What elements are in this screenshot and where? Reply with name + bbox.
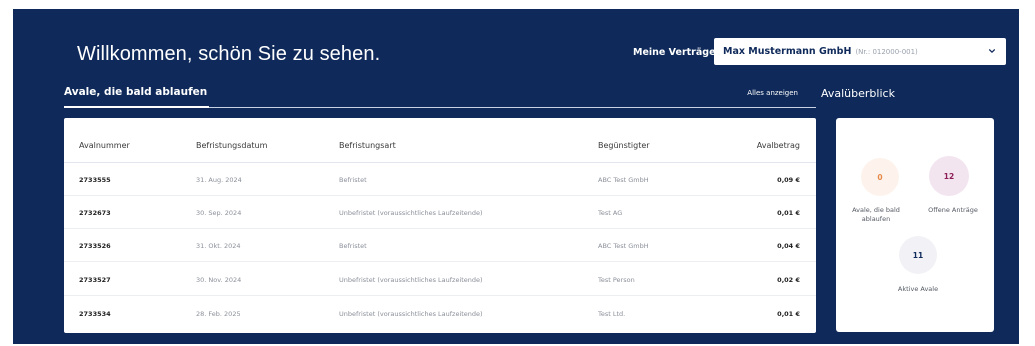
column-header-avalbetrag[interactable]: Avalbetrag [757, 128, 800, 162]
cell-beguenstigter: ABC Test GmbH [598, 241, 649, 250]
table-header-row: Avalnummer Befristungsdatum Befristungsa… [64, 128, 816, 163]
table-row[interactable]: 2733534 28. Feb. 2025 Unbefristet (vorau… [64, 298, 816, 330]
cell-avalbetrag: 0,01 € [777, 208, 800, 217]
cell-befristungsart: Unbefristet (voraussichtliches Laufzeite… [339, 275, 483, 284]
column-header-beguenstigter[interactable]: Begünstigter [598, 128, 650, 162]
cell-befristungsart: Befristet [339, 175, 367, 184]
cell-avalnummer: 2733555 [79, 175, 111, 184]
cell-befristungsdatum: 31. Aug. 2024 [196, 175, 242, 184]
expiring-count-badge[interactable]: 0 [861, 158, 899, 196]
cell-avalbetrag: 0,04 € [777, 241, 800, 250]
cell-avalbetrag: 0,02 € [777, 275, 800, 284]
table-row[interactable]: 2732673 30. Sep. 2024 Unbefristet (vorau… [64, 197, 816, 229]
contract-name: Max Mustermann GmbH [723, 46, 852, 57]
cell-befristungsdatum: 31. Okt. 2024 [196, 241, 241, 250]
guarantees-table: Avalnummer Befristungsdatum Befristungsa… [64, 118, 816, 333]
cell-befristungsart: Unbefristet (voraussichtliches Laufzeite… [339, 208, 483, 217]
cell-avalnummer: 2732673 [79, 208, 111, 217]
cell-befristungsdatum: 28. Feb. 2025 [196, 310, 241, 318]
cell-beguenstigter: Test AG [598, 208, 623, 217]
cell-avalnummer: 2733534 [79, 310, 111, 318]
open-requests-label: Offene Anträge [928, 206, 978, 214]
cell-befristungsart: Unbefristet (voraussichtliches Laufzeite… [339, 310, 483, 318]
show-all-link[interactable]: Alles anzeigen [747, 89, 798, 97]
cell-befristungsdatum: 30. Sep. 2024 [196, 208, 242, 217]
cell-beguenstigter: Test Person [598, 275, 635, 284]
cell-befristungsdatum: 30. Nov. 2024 [196, 275, 242, 284]
chevron-down-icon [988, 49, 996, 53]
cell-beguenstigter: ABC Test GmbH [598, 175, 649, 184]
welcome-heading: Willkommen, schön Sie zu sehen. [77, 43, 381, 65]
cell-beguenstigter: Test Ltd. [598, 310, 626, 318]
overview-card: 0 12 Avale, die bald ablaufen Offene Ant… [836, 118, 994, 332]
column-header-avalnummer[interactable]: Avalnummer [79, 128, 130, 162]
column-header-befristungsdatum[interactable]: Befristungsdatum [196, 128, 267, 162]
tab-bar: Avale, die bald ablaufen Alles anzeigen [64, 86, 816, 108]
cell-avalbetrag: 0,01 € [777, 310, 800, 318]
table-row[interactable]: 2733527 30. Nov. 2024 Unbefristet (vorau… [64, 264, 816, 296]
open-requests-count-badge[interactable]: 12 [929, 156, 969, 196]
active-guarantees-count-badge[interactable]: 11 [899, 236, 937, 274]
expiring-count-label: Avale, die bald ablaufen [852, 206, 900, 223]
cell-avalnummer: 2733527 [79, 275, 111, 284]
table-row[interactable]: 2733555 31. Aug. 2024 Befristet ABC Test… [64, 164, 816, 196]
cell-avalnummer: 2733526 [79, 241, 111, 250]
overview-title: Avalüberblick [821, 87, 895, 100]
cell-befristungsart: Befristet [339, 241, 367, 250]
contract-select[interactable]: Max Mustermann GmbH (Nr.: 012000-001) [714, 38, 1006, 65]
cell-avalbetrag: 0,09 € [777, 175, 800, 184]
active-guarantees-label: Aktive Avale [897, 285, 939, 293]
tab-expiring-guarantees[interactable]: Avale, die bald ablaufen [64, 86, 210, 108]
column-header-befristungsart[interactable]: Befristungsart [339, 128, 396, 162]
table-row[interactable]: 2733526 31. Okt. 2024 Befristet ABC Test… [64, 230, 816, 262]
contract-number: (Nr.: 012000-001) [855, 47, 918, 56]
contracts-label: Meine Verträge [633, 47, 716, 58]
